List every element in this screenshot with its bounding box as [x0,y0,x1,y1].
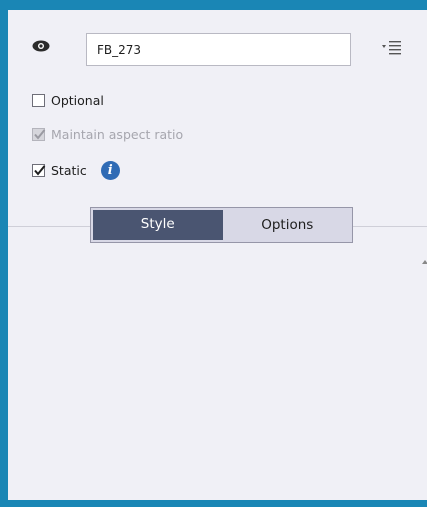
tab-style[interactable]: Style [93,210,223,240]
tab-options-label: Options [261,217,314,233]
static-checkbox[interactable] [32,163,46,177]
maintain-aspect-ratio-checkbox [32,127,46,141]
info-icon[interactable]: i [100,160,120,180]
optional-label: Optional [51,92,104,108]
properties-panel: Optional Maintain aspect ratio Static i … [8,10,427,500]
static-checkbox-row[interactable]: Static i [32,160,120,180]
eye-icon[interactable] [32,40,50,52]
tab-options[interactable]: Options [223,208,353,242]
scroll-up-arrow-icon[interactable] [422,260,427,264]
panel-menu-icon[interactable] [382,38,406,56]
maintain-aspect-ratio-label: Maintain aspect ratio [51,126,184,142]
style-options-tabs: Style Options [90,207,353,243]
field-name-input[interactable] [86,33,351,66]
optional-checkbox[interactable] [32,93,45,107]
maintain-aspect-ratio-checkbox-row: Maintain aspect ratio [32,125,183,143]
tab-style-label: Style [140,216,175,232]
optional-checkbox-row[interactable]: Optional [32,91,104,109]
static-label: Static [51,162,87,178]
